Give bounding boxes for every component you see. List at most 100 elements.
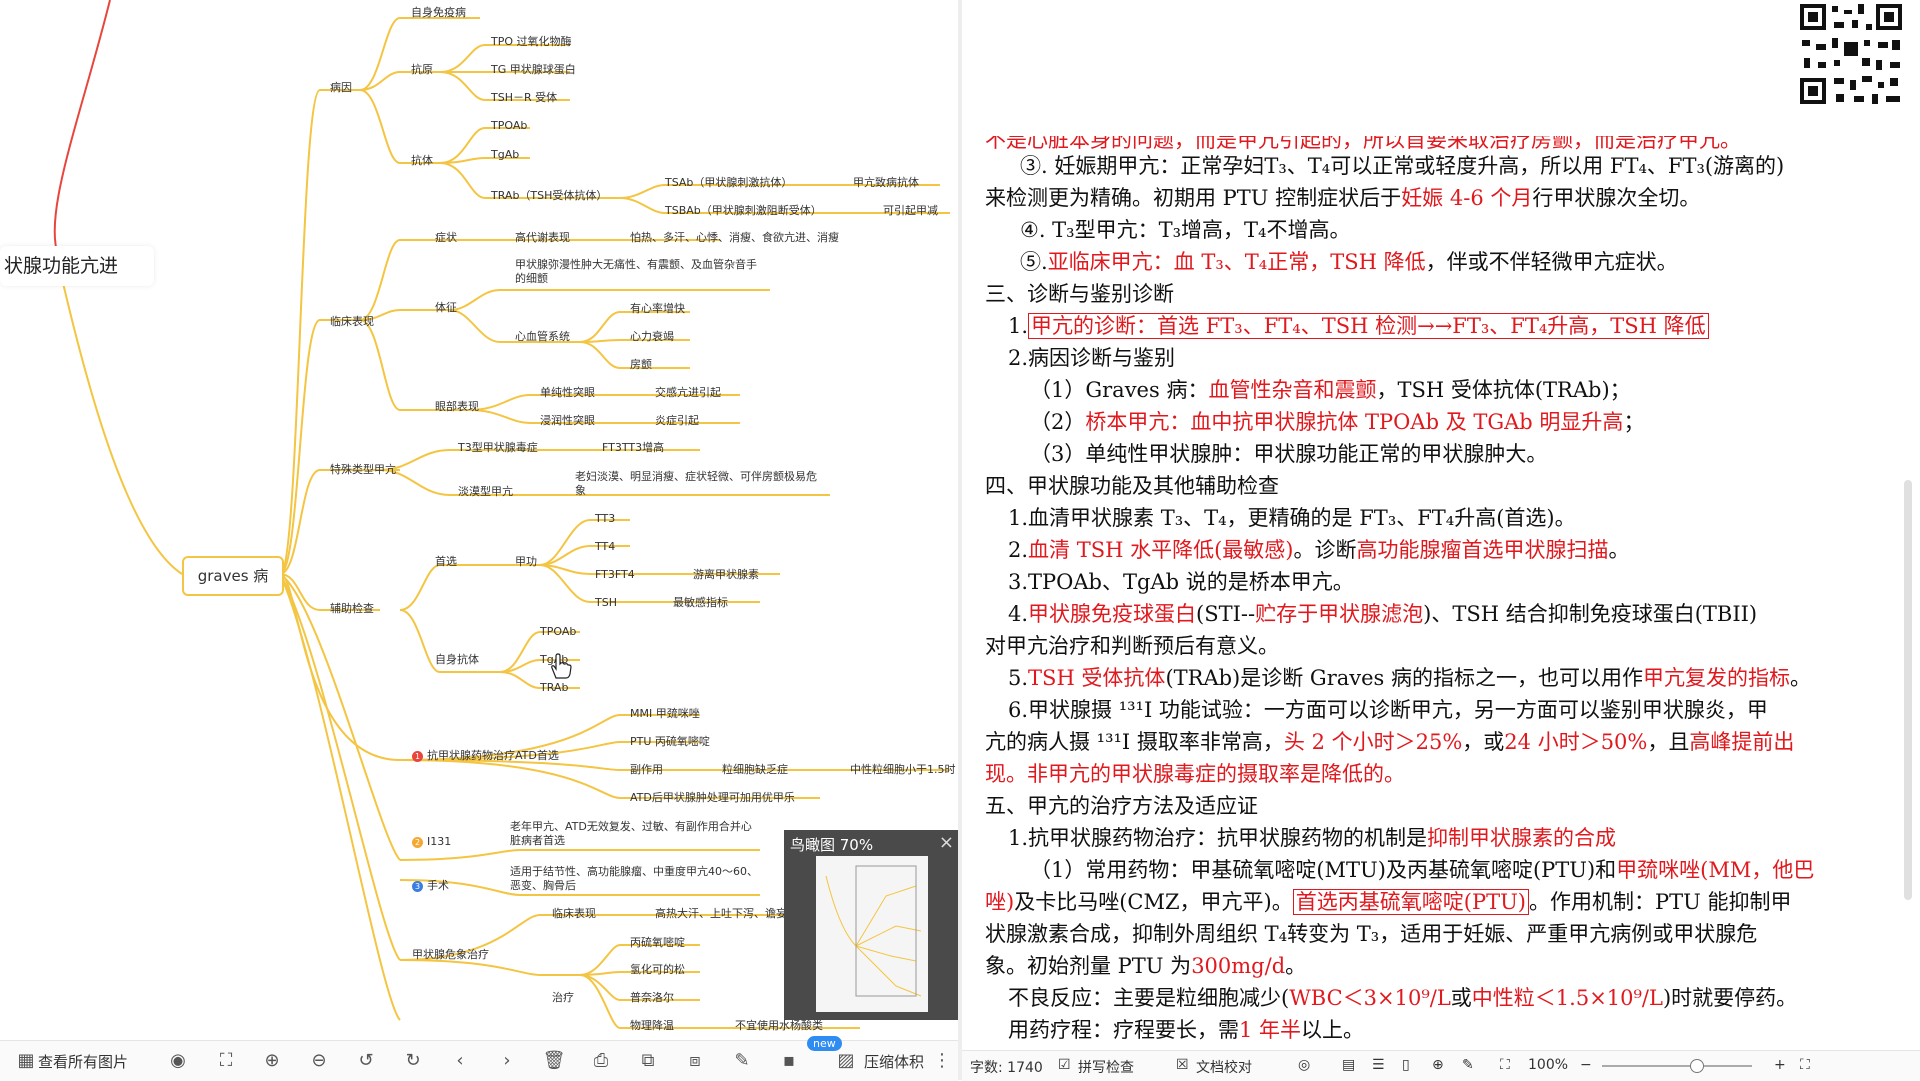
node-wuli[interactable]: 物理降温 [630, 1019, 674, 1033]
node-fuzuoyong[interactable]: 副作用 [630, 763, 663, 777]
eye-icon[interactable]: ◎ [1298, 1057, 1310, 1073]
node-shoushu[interactable]: 3 手术 [412, 879, 449, 893]
apps-icon[interactable]: ▪ [777, 1049, 801, 1073]
node-tsbab-result[interactable]: 可引起甲减 [883, 204, 938, 218]
view-all-images-button[interactable]: 查看所有图片 [38, 1051, 128, 1072]
node-tsh-detail[interactable]: 最敏感指标 [673, 596, 728, 610]
node-shoushu-detail[interactable]: 适用于结节性、高功能腺瘤、中重度甲亢40～60、恶变、胸骨后 [510, 865, 760, 893]
node-tizheng[interactable]: 体征 [435, 301, 457, 315]
spellcheck-button[interactable]: 拼写检查 [1078, 1057, 1134, 1077]
zoom-slider[interactable] [1602, 1065, 1752, 1067]
zoom-level[interactable]: 100% [1528, 1057, 1568, 1073]
fit-page-icon[interactable]: ⛶ [1500, 1057, 1510, 1073]
node-tpoab2[interactable]: TPOAb [540, 625, 576, 639]
node-tshr[interactable]: TSH－R 受体 [491, 91, 557, 105]
node-t3type-detail[interactable]: FT3TT3增高 [602, 441, 664, 455]
zoom-out-icon[interactable]: − [1580, 1057, 1592, 1073]
node-bingliu[interactable]: 丙硫氧嘧啶 [630, 936, 685, 950]
node-xinli[interactable]: 心力衰竭 [630, 330, 674, 344]
node-tpo[interactable]: TPO 过氧化物酶 [491, 35, 572, 49]
root-topic[interactable]: 状腺功能亢进 [0, 246, 154, 286]
node-jiazhuangxian[interactable]: 甲状腺弥漫性肿大无痛性、有震颤、及血管杂音手的细颤 [515, 258, 765, 286]
delete-icon[interactable]: 🗑 [542, 1049, 566, 1073]
node-lixibao-detail[interactable]: 中性粒细胞小于1.5时 [850, 763, 956, 777]
fullscreen-icon[interactable]: ⛶ [1800, 1057, 1810, 1073]
compress-icon[interactable]: ▨ [834, 1049, 858, 1073]
node-danchun[interactable]: 单纯性突眼 [540, 386, 595, 400]
node-wuli-detail[interactable]: 不宜使用水杨酸类 [735, 1019, 823, 1033]
convert-icon[interactable]: ⧈ [683, 1049, 707, 1073]
print-icon[interactable]: ⎙ [589, 1049, 613, 1073]
document-scrollbar[interactable] [1902, 120, 1916, 1040]
node-t3type[interactable]: T3型甲状腺毒症 [458, 441, 538, 455]
node-tt4[interactable]: TT4 [595, 540, 615, 554]
node-fangchan[interactable]: 房颤 [630, 358, 652, 372]
node-tsab-result[interactable]: 甲亢致病抗体 [853, 176, 919, 190]
node-ft3ft4[interactable]: FT3FT4 [595, 568, 635, 582]
node-trab[interactable]: TRAb（TSH受体抗体） [491, 189, 607, 203]
node-shouxuan[interactable]: 首选 [435, 555, 457, 569]
node-tsbab[interactable]: TSBAb（甲状腺刺激阻断受体） [665, 204, 822, 218]
node-xinlv[interactable]: 有心率增快 [630, 302, 685, 316]
node-xinxueguan[interactable]: 心血管系统 [515, 330, 570, 344]
outline-icon[interactable]: ☰ [1372, 1057, 1385, 1073]
spellcheck-icon[interactable]: ☑ [1058, 1057, 1071, 1073]
zoom-out-icon[interactable]: ⊖ [307, 1049, 331, 1073]
edit-icon[interactable]: ✎ [730, 1049, 754, 1073]
node-tpoab[interactable]: TPOAb [491, 119, 527, 133]
copy-icon[interactable]: ⧉ [636, 1049, 660, 1073]
web-view-icon[interactable]: ⊕ [1432, 1057, 1444, 1073]
close-icon[interactable]: × [939, 832, 954, 853]
node-zhiliao[interactable]: 治疗 [552, 991, 574, 1005]
previous-icon[interactable]: ‹ [448, 1049, 472, 1073]
word-count[interactable]: 字数: 1740 [970, 1057, 1043, 1077]
fit-screen-icon[interactable]: ⛶ [214, 1049, 238, 1073]
zoom-slider-handle[interactable] [1690, 1059, 1704, 1073]
scrollbar-thumb[interactable] [1904, 480, 1912, 900]
node-tgab[interactable]: TgAb [491, 148, 519, 162]
node-jinrun[interactable]: 浸润性突眼 [540, 414, 595, 428]
pen-icon[interactable]: ✎ [1462, 1057, 1474, 1073]
compress-button[interactable]: 压缩体积 [864, 1051, 924, 1072]
node-kangyuan[interactable]: 抗原 [411, 63, 433, 77]
grid-icon[interactable]: ▦ [14, 1049, 38, 1073]
node-lixibao[interactable]: 粒细胞缺乏症 [722, 763, 788, 777]
page-view-icon[interactable]: ▤ [1342, 1057, 1355, 1073]
node-tg[interactable]: TG 甲状腺球蛋白 [491, 63, 576, 77]
node-punailuoer[interactable]: 普奈洛尔 [630, 991, 674, 1005]
node-ft3ft4-detail[interactable]: 游离甲状腺素 [693, 568, 759, 582]
node-danchun-cause[interactable]: 交感亢进引起 [655, 386, 721, 400]
more-icon[interactable]: ⋮ [930, 1049, 954, 1073]
node-trab2[interactable]: TRAb [540, 681, 568, 695]
proofread-button[interactable]: 文档校对 [1196, 1057, 1252, 1077]
node-atd[interactable]: 1 抗甲状腺药物治疗ATD首选 [412, 749, 559, 763]
node-gaodaixie-detail[interactable]: 怕热、多汗、心悸、消瘦、食欲亢进、消瘦 [630, 231, 839, 245]
node-zishenkangti[interactable]: 自身抗体 [435, 653, 479, 667]
birdseye-preview[interactable] [816, 856, 928, 1012]
central-topic[interactable]: graves 病 [182, 556, 284, 596]
node-i131[interactable]: 2 I131 [412, 835, 451, 849]
node-jinrun-cause[interactable]: 炎症引起 [655, 414, 699, 428]
node-fuzhu[interactable]: 辅助检查 [330, 602, 374, 616]
node-danmo-detail[interactable]: 老妇淡漠、明显消瘦、症状轻微、可伴房颤极易危象 [575, 470, 825, 498]
node-danmo[interactable]: 淡漠型甲亢 [458, 485, 513, 499]
read-mode-icon[interactable]: ▯ [1402, 1057, 1410, 1073]
zoom-in-icon[interactable]: ⊕ [260, 1049, 284, 1073]
rotate-right-icon[interactable]: ↻ [401, 1049, 425, 1073]
node-linchuang2[interactable]: 临床表现 [552, 907, 596, 921]
node-teshu[interactable]: 特殊类型甲亢 [330, 463, 396, 477]
node-kangti[interactable]: 抗体 [411, 154, 433, 168]
node-zishen[interactable]: 自身免疫病 [411, 6, 466, 20]
node-yanbu[interactable]: 眼部表现 [435, 400, 479, 414]
node-tsab[interactable]: TSAb（甲状腺刺激抗体） [665, 176, 792, 190]
node-tsh[interactable]: TSH [595, 596, 617, 610]
node-weixiang[interactable]: 甲状腺危象治疗 [412, 948, 489, 962]
proof-icon[interactable]: ☒ [1176, 1057, 1189, 1073]
node-gaodaixie[interactable]: 高代谢表现 [515, 231, 570, 245]
node-bingyin[interactable]: 病因 [330, 81, 352, 95]
mouse-icon[interactable]: ◉ [166, 1049, 190, 1073]
node-mmi[interactable]: MMI 甲巯咪唑 [630, 707, 700, 721]
node-qinghua[interactable]: 氢化可的松 [630, 963, 685, 977]
node-i131-detail[interactable]: 老年甲亢、ATD无效复发、过敏、有副作用合并心脏病者首选 [510, 820, 760, 848]
node-atdhou[interactable]: ATD后甲状腺肿处理可加用优甲乐 [630, 791, 795, 805]
